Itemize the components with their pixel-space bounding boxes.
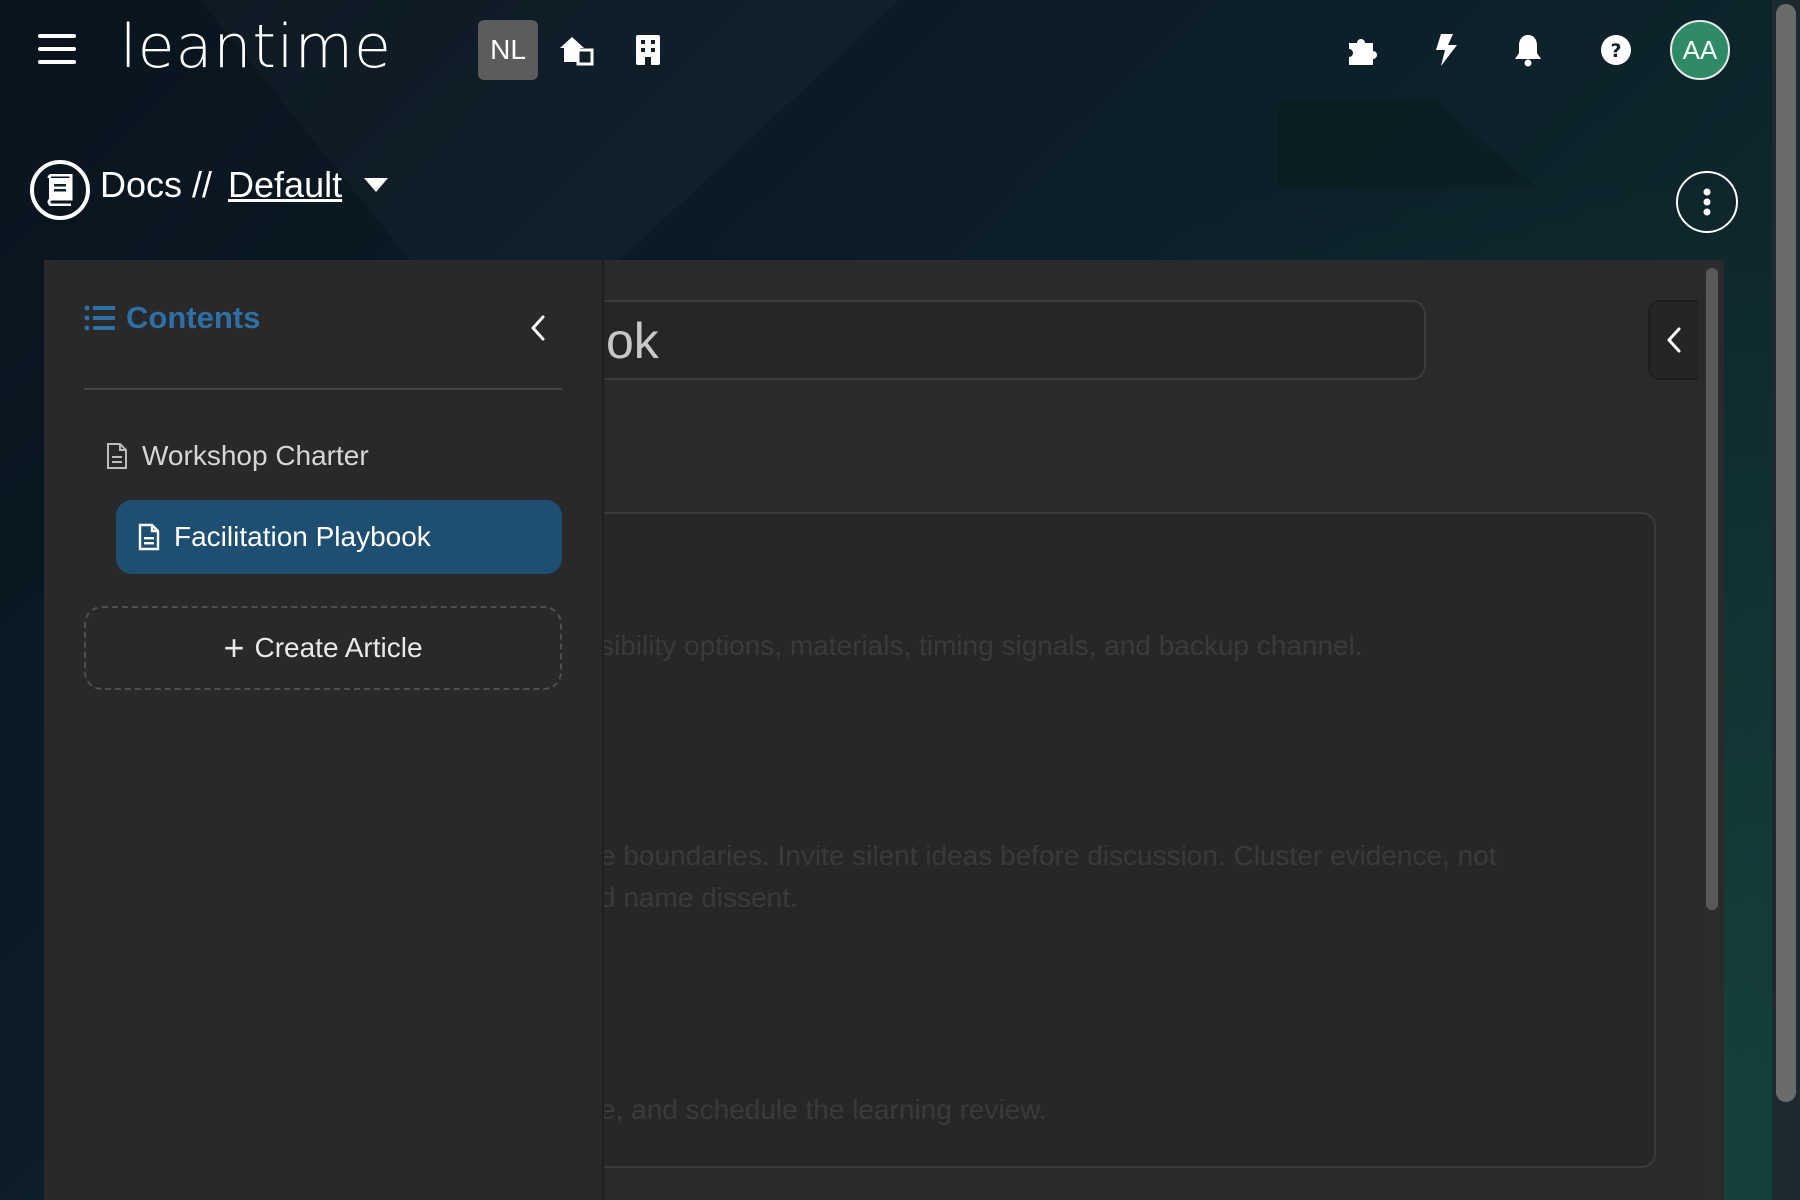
docs-book-icon (30, 160, 90, 220)
bell-icon[interactable] (1508, 30, 1548, 70)
editor-text-line: e, and schedule the learning review. (600, 1094, 1047, 1125)
help-icon[interactable]: ? (1596, 30, 1636, 70)
contents-sidebar: Contents Workshop Charter Facilitation P… (44, 260, 604, 1200)
list-icon (84, 304, 116, 332)
create-article-button[interactable]: + Create Article (84, 606, 562, 690)
document-icon (106, 442, 128, 470)
app-logo[interactable]: leantime (120, 12, 392, 82)
home-building-icon[interactable] (556, 30, 596, 70)
contents-heading: Contents (84, 300, 260, 336)
sidebar-divider (84, 388, 562, 390)
chevron-left-icon (1667, 327, 1681, 353)
contents-title: Contents (126, 300, 261, 335)
page-scrollbar-thumb[interactable] (1776, 4, 1796, 1102)
collapse-sidebar-button[interactable] (520, 310, 556, 346)
sidebar-item-workshop-charter[interactable]: Workshop Charter (106, 440, 369, 472)
top-navbar: leantime NL ? AA (0, 0, 1800, 100)
breadcrumb-section: Docs // (100, 164, 213, 205)
sidebar-item-label: Workshop Charter (142, 440, 369, 471)
kebab-menu-icon (1703, 188, 1711, 216)
user-avatar[interactable]: AA (1670, 20, 1730, 80)
more-options-button[interactable] (1676, 171, 1738, 233)
chevron-left-icon (531, 315, 545, 341)
sidebar-item-facilitation-playbook[interactable]: Facilitation Playbook (116, 500, 562, 574)
breadcrumb-current[interactable]: Default (228, 164, 342, 206)
puzzle-icon[interactable] (1342, 30, 1382, 70)
panel-scrollbar-thumb[interactable] (1706, 268, 1718, 910)
project-badge[interactable]: NL (478, 20, 538, 80)
svg-text:?: ? (1610, 40, 1621, 62)
article-title-text: ok (606, 313, 659, 369)
editor-text-line: e boundaries. Invite silent ideas before… (600, 840, 1497, 871)
create-article-label: Create Article (254, 632, 423, 663)
article-title-input[interactable]: ok (500, 300, 1426, 380)
breadcrumb: Docs // Default (100, 164, 389, 206)
article-editor[interactable]: sibility options, materials, timing sign… (500, 512, 1656, 1168)
editor-text-line: d name dissent. (600, 882, 798, 913)
right-panel-toggle-button[interactable] (1648, 300, 1698, 380)
plus-icon: + (223, 627, 245, 668)
document-icon (138, 523, 160, 551)
menu-toggle-button[interactable] (38, 34, 76, 68)
editor-text-line: sibility options, materials, timing sign… (600, 630, 1363, 661)
company-building-icon[interactable] (628, 30, 668, 70)
chevron-down-icon[interactable] (364, 178, 389, 192)
lightning-icon[interactable] (1426, 30, 1466, 70)
sidebar-item-label: Facilitation Playbook (174, 521, 431, 552)
